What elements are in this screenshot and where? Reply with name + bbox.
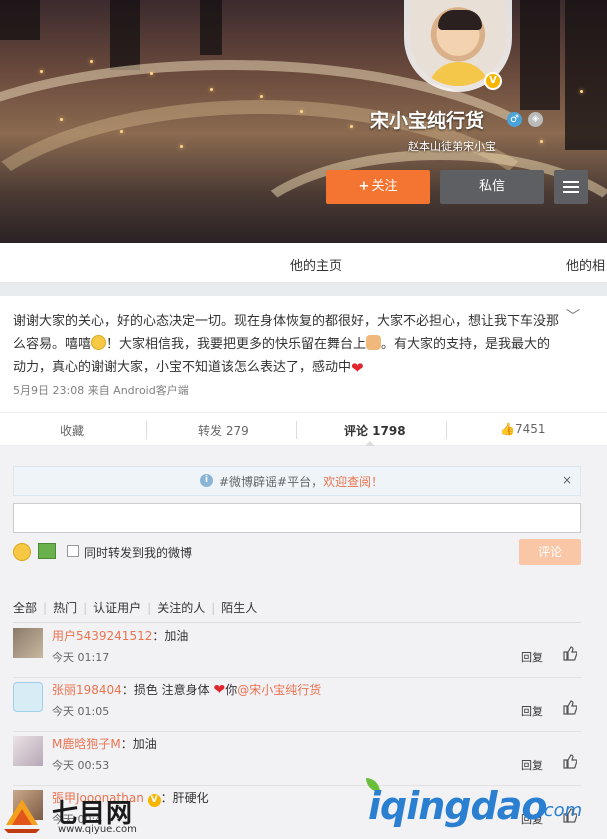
comment-time: 今天 00:53 <box>52 759 110 772</box>
comment-tab-button[interactable]: 评论 1798 <box>344 422 406 439</box>
favorite-button[interactable]: 收藏 <box>60 422 84 439</box>
emoji-icon[interactable] <box>13 543 31 561</box>
tab-home[interactable]: 他的主页 <box>290 255 342 274</box>
comment-time: 今天 01:17 <box>52 651 110 664</box>
comment-filters: 全部 | 热门 | 认证用户 | 关注的人 | 陌生人 <box>13 599 258 616</box>
qiyue-watermark: 七目网 www.qiyue.com <box>0 793 160 839</box>
filter-all[interactable]: 全部 <box>13 599 37 616</box>
also-repost-checkbox[interactable] <box>67 545 79 557</box>
avatar[interactable] <box>13 682 43 712</box>
reply-button[interactable]: 回复 <box>521 703 543 719</box>
heart-emoji-icon: ❤ <box>213 682 226 698</box>
comment-row: 张丽198404：损色 注意身体 ❤你@宋小宝纯行货 今天 01:05 回复 <box>13 678 581 732</box>
grin-emoji-icon <box>91 335 107 350</box>
qiyue-logo-icon <box>4 799 40 833</box>
level-icon[interactable]: ◈ <box>528 112 543 127</box>
thumbs-up-icon[interactable] <box>563 700 577 715</box>
comment-time: 今天 01:05 <box>52 705 110 718</box>
filter-following[interactable]: 关注的人 <box>157 599 205 616</box>
chevron-down-icon[interactable]: ﹀ <box>566 306 580 326</box>
post-meta: 5月9日 23:08 来自 Android客户端 <box>13 384 189 397</box>
info-icon: i <box>200 474 213 487</box>
thumbs-up-icon[interactable] <box>563 646 577 661</box>
male-icon: ♂ <box>507 112 522 127</box>
filter-strangers[interactable]: 陌生人 <box>221 599 257 616</box>
reply-button[interactable]: 回复 <box>521 649 543 665</box>
qiyue-url: www.qiyue.com <box>58 824 137 835</box>
message-button[interactable]: 私信 <box>440 170 544 204</box>
close-icon[interactable]: × <box>562 473 572 487</box>
submit-comment-button[interactable]: 评论 <box>519 539 581 565</box>
profile-bio: 赵本山徒弟宋小宝 <box>408 140 496 153</box>
heart-emoji-icon: ❤ <box>351 359 364 377</box>
follow-label: 关注 <box>371 179 398 194</box>
notice-link[interactable]: 欢迎查阅！ <box>323 475 383 489</box>
repost-button[interactable]: 转发 279 <box>198 422 249 439</box>
iqingdao-com: .com <box>538 800 583 821</box>
avatar[interactable] <box>13 736 43 766</box>
filter-hot[interactable]: 热门 <box>53 599 77 616</box>
thumbs-up-icon: 👍 <box>500 422 515 436</box>
comment-user[interactable]: 用户5439241512 <box>52 629 152 643</box>
post-text: 谢谢大家的关心，好的心态决定一切。现在身体恢复的都很好，大家不必担心，想让我下车… <box>13 310 563 380</box>
avatar[interactable] <box>13 628 43 658</box>
iqingdao-brand: iqingdao <box>368 784 547 828</box>
comment-user[interactable]: 张丽198404 <box>52 683 122 697</box>
image-icon[interactable] <box>38 543 56 559</box>
comment-input[interactable] <box>13 503 581 533</box>
plus-icon: + <box>358 179 370 194</box>
strong-arm-emoji-icon <box>366 335 382 350</box>
post-actions: 收藏 转发 279 评论 1798 👍7451 <box>0 412 607 447</box>
tab-photos[interactable]: 他的相 <box>566 255 605 274</box>
filter-verified[interactable]: 认证用户 <box>93 599 141 616</box>
rumor-notice: i #微博辟谣#平台，欢迎查阅！ × <box>13 466 581 496</box>
follow-button[interactable]: + 关注 <box>326 170 430 204</box>
iqingdao-watermark: iqingdao .com <box>360 770 607 839</box>
post-card: 谢谢大家的关心，好的心态决定一切。现在身体恢复的都很好，大家不必担心，想让我下车… <box>0 296 607 839</box>
comment-user[interactable]: M鹿晗狍子M <box>52 737 121 751</box>
thumbs-up-icon[interactable] <box>563 754 577 769</box>
comment-row: 用户5439241512：加油 今天 01:17 回复 <box>13 624 581 678</box>
verified-v-icon: V <box>484 72 502 90</box>
mention-link[interactable]: @宋小宝纯行货 <box>237 683 321 697</box>
menu-icon[interactable] <box>554 170 588 204</box>
profile-tabs: 他的主页 他的相 <box>0 243 607 283</box>
like-button[interactable]: 👍7451 <box>500 422 546 436</box>
also-repost-label: 同时转发到我的微博 <box>84 546 193 560</box>
profile-name: 宋小宝纯行货 <box>370 110 485 132</box>
